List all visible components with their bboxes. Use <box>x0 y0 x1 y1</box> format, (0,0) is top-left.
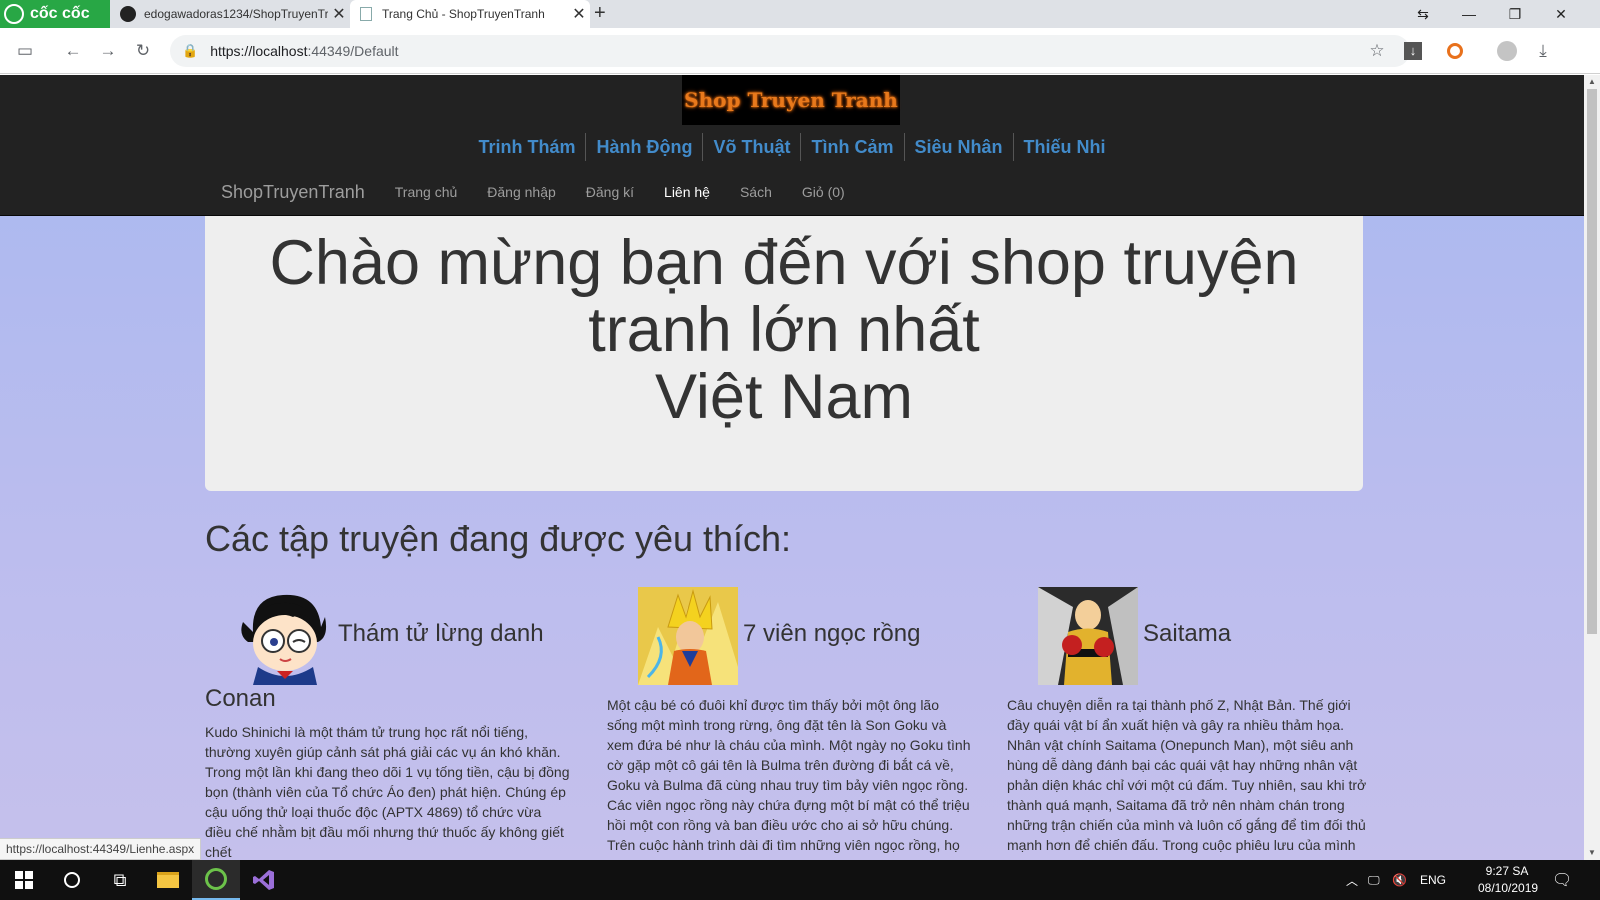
windows-taskbar: ⧉ ︿ 🖵 🔇 ENG 9:27 SA 08/10/2019 🗨 <box>0 860 1600 900</box>
genre-hanh-dong[interactable]: Hành Động <box>585 133 702 161</box>
comic-desc-saitama: Câu chuyện diễn ra tại thành phố Z, Nhật… <box>1007 697 1367 853</box>
notification-icon[interactable]: 🗨 <box>1552 860 1572 900</box>
link-status-bar: https://localhost:44349/Lienhe.aspx <box>0 838 202 860</box>
close-tab-icon[interactable]: ✕ <box>568 4 590 24</box>
nav-login[interactable]: Đăng nhập <box>487 184 556 200</box>
genre-sieu-nhan[interactable]: Siêu Nhân <box>903 133 1013 161</box>
popular-section-title: Các tập truyện đang được yêu thích: <box>205 518 792 559</box>
browser-tabbar: cốc cốc edogawadoras1234/ShopTruyenTranh… <box>0 0 1600 28</box>
new-tab-icon[interactable]: + <box>594 2 606 25</box>
back-icon[interactable]: ← <box>62 40 84 62</box>
tab-title: Trang Chủ - ShopTruyenTranh <box>382 7 545 21</box>
sidebar-icon[interactable]: ▭ <box>14 40 36 62</box>
windows-start-icon[interactable] <box>0 860 48 900</box>
search-icon[interactable] <box>48 860 96 900</box>
saitama-thumbnail[interactable] <box>1038 587 1138 685</box>
scroll-down-icon[interactable]: ▼ <box>1584 846 1600 860</box>
page-icon <box>358 6 374 22</box>
hero-jumbotron: Chào mừng bạn đến với shop truyện tranh … <box>205 216 1363 491</box>
coccoc-taskbar-icon[interactable] <box>192 860 240 900</box>
hero-line-1: Chào mừng bạn đến với shop truyện <box>269 228 1299 298</box>
url-path: :44349/Default <box>307 43 399 59</box>
page-scrollbar[interactable]: ▲ ▼ <box>1584 75 1600 860</box>
comic-title-conan-a: Thám tử lừng danh <box>338 620 544 647</box>
volume-muted-icon[interactable]: 🔇 <box>1392 860 1407 900</box>
nav-books[interactable]: Sách <box>740 184 772 200</box>
address-bar[interactable]: 🔒 https://localhost:44349/Default <box>170 35 1410 67</box>
hero-line-3: Việt Nam <box>655 362 913 432</box>
restore-icon[interactable]: ❐ <box>1492 0 1538 28</box>
forward-icon[interactable]: → <box>97 40 119 62</box>
page-viewport: Shop Truyen Tranh Trinh Thám Hành Động V… <box>0 75 1584 860</box>
scroll-up-icon[interactable]: ▲ <box>1584 75 1600 89</box>
genre-thieu-nhi[interactable]: Thiếu Nhi <box>1012 133 1116 161</box>
network-icon[interactable]: 🖵 <box>1368 860 1380 900</box>
url-host: https://localhost <box>210 43 308 59</box>
clock-date: 08/10/2019 <box>1478 881 1539 895</box>
coccoc-menu-button[interactable]: cốc cốc <box>0 0 110 28</box>
conan-thumbnail[interactable] <box>233 587 333 685</box>
task-view-icon[interactable]: ⧉ <box>96 860 144 900</box>
scrollbar-thumb[interactable] <box>1587 89 1597 634</box>
tab-search-icon[interactable]: ⇆ <box>1400 0 1446 28</box>
genre-trinh-tham[interactable]: Trinh Thám <box>468 133 585 161</box>
file-explorer-icon[interactable] <box>144 860 192 900</box>
taskbar-clock[interactable]: 9:27 SA 08/10/2019 <box>1478 863 1539 897</box>
site-header: Shop Truyen Tranh Trinh Thám Hành Động V… <box>0 75 1584 216</box>
tab-github[interactable]: edogawadoras1234/ShopTruyenTranh ✕ <box>112 0 350 28</box>
clock-time: 9:27 SA <box>1485 864 1529 878</box>
bookmark-star-icon[interactable]: ☆ <box>1366 40 1388 62</box>
comic-desc-conan: Kudo Shinichi là một thám tử trung học r… <box>205 724 570 860</box>
hero-line-2: tranh lớn nhất <box>588 295 980 365</box>
genre-tinh-cam[interactable]: Tình Cảm <box>800 133 903 161</box>
close-tab-icon[interactable]: ✕ <box>328 4 350 24</box>
nav-home[interactable]: Trang chủ <box>395 184 458 200</box>
download-extension-icon[interactable]: ↓ <box>1402 40 1424 62</box>
browser-toolbar: ▭ ← → ↻ 🔒 https://localhost:44349/Defaul… <box>0 28 1600 74</box>
nav-contact[interactable]: Liên hệ <box>664 184 710 200</box>
profile-avatar-icon[interactable] <box>1496 40 1518 62</box>
comic-title-dragonball: 7 viên ngọc rồng <box>743 620 921 647</box>
lock-icon: 🔒 <box>182 43 199 58</box>
language-indicator[interactable]: ENG <box>1420 860 1446 900</box>
coccoc-logo-icon <box>4 4 24 24</box>
close-window-icon[interactable]: ✕ <box>1538 0 1584 28</box>
reload-icon[interactable]: ↻ <box>132 40 154 62</box>
comic-title-saitama: Saitama <box>1143 620 1232 647</box>
dragonball-thumbnail[interactable] <box>638 587 738 685</box>
genre-menu: Trinh Thám Hành Động Võ Thuật Tình Cảm S… <box>0 133 1584 161</box>
visual-studio-icon[interactable] <box>240 860 288 900</box>
nav-register[interactable]: Đăng kí <box>586 184 634 200</box>
minimize-icon[interactable]: — <box>1446 0 1492 28</box>
comic-title-conan-b: Conan <box>205 685 276 712</box>
github-icon <box>120 6 136 22</box>
browser-brand: cốc cốc <box>30 5 90 22</box>
comic-desc-dragonball: Một cậu bé có đuôi khỉ được tìm thấy bởi… <box>607 697 971 860</box>
navbar-brand[interactable]: ShopTruyenTranh <box>221 182 365 203</box>
main-navbar: ShopTruyenTranh Trang chủ Đăng nhập Đăng… <box>221 177 875 207</box>
tray-chevron-icon[interactable]: ︿ <box>1346 860 1358 900</box>
tab-title: edogawadoras1234/ShopTruyenTranh <box>144 7 328 21</box>
nav-cart[interactable]: Giỏ (0) <box>802 184 845 200</box>
coccoc-extension-icon[interactable] <box>1444 40 1466 62</box>
site-logo[interactable]: Shop Truyen Tranh <box>682 75 900 125</box>
downloads-icon[interactable]: ⤓ <box>1532 40 1554 62</box>
tab-shop[interactable]: Trang Chủ - ShopTruyenTranh ✕ <box>350 0 590 28</box>
genre-vo-thuat[interactable]: Võ Thuật <box>702 133 800 161</box>
hero-heading: Chào mừng bạn đến với shop truyện tranh … <box>245 230 1323 431</box>
